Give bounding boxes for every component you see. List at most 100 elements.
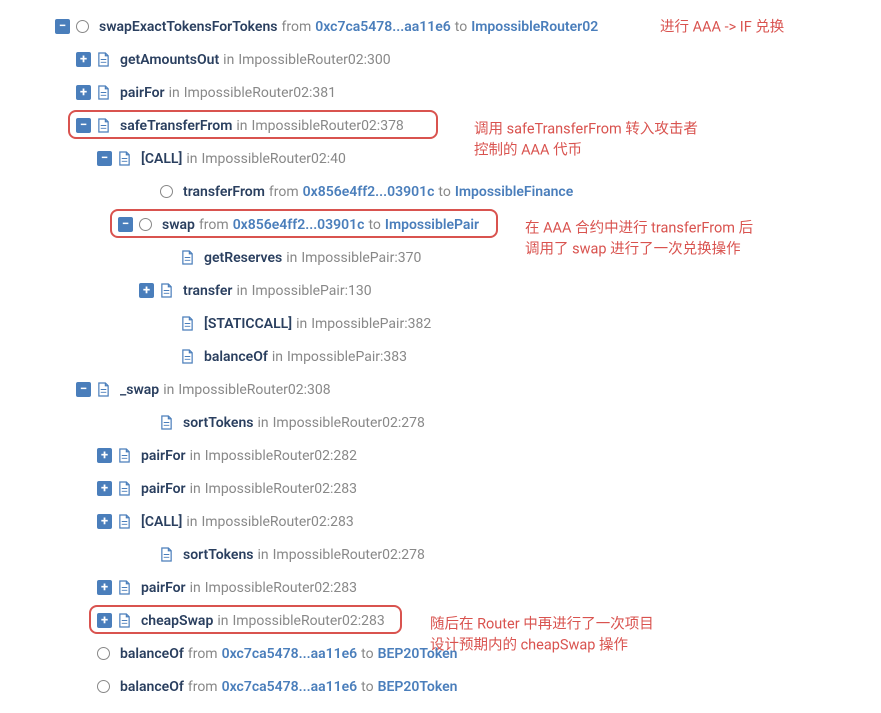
keyword-to: to xyxy=(455,19,467,35)
trace-row[interactable]: safeTransferFrominImpossibleRouter02:378… xyxy=(0,109,881,142)
function-name: pairFor xyxy=(120,85,165,101)
from-address: 0xc7ca5478...aa11e6 xyxy=(222,646,358,662)
file-icon xyxy=(118,151,131,166)
call-icon xyxy=(97,680,110,693)
keyword-in: in xyxy=(257,547,268,563)
trace-row[interactable]: swapExactTokensForTokensfrom0xc7ca5478..… xyxy=(0,10,881,43)
trace-content: [STATICCALL]inImpossiblePair:382 xyxy=(204,316,431,332)
trace-row[interactable]: pairForinImpossibleRouter02:283 xyxy=(0,571,881,604)
trace-row[interactable]: getAmountsOutinImpossibleRouter02:300 xyxy=(0,43,881,76)
trace-row[interactable]: pairForinImpossibleRouter02:381 xyxy=(0,76,881,109)
function-name: _swap xyxy=(120,382,159,398)
function-name: balanceOf xyxy=(120,646,184,662)
function-name: balanceOf xyxy=(120,679,184,695)
expand-toggle[interactable] xyxy=(97,613,112,628)
keyword-in: in xyxy=(286,250,297,266)
trace-content: [CALL]inImpossibleRouter02:40 xyxy=(141,151,346,167)
to-target: BEP20Token xyxy=(378,646,458,662)
trace-content: balanceOffrom0xc7ca5478...aa11e6toBEP20T… xyxy=(120,646,457,662)
trace-row[interactable]: pairForinImpossibleRouter02:283 xyxy=(0,472,881,505)
trace-row[interactable]: getReservesinImpossiblePair:370 xyxy=(0,241,881,274)
location: ImpossibleRouter02:283 xyxy=(205,481,357,497)
trace-content: [CALL]inImpossibleRouter02:283 xyxy=(141,514,354,530)
location: ImpossibleRouter02:278 xyxy=(273,547,425,563)
location: ImpossibleRouter02:283 xyxy=(201,514,353,530)
trace-row[interactable]: transferinImpossiblePair:130 xyxy=(0,274,881,307)
location: ImpossiblePair:382 xyxy=(311,316,431,332)
function-name: pairFor xyxy=(141,580,186,596)
trace-row[interactable]: cheapSwapinImpossibleRouter02:283随后在 Rou… xyxy=(0,604,881,637)
function-name: balanceOf xyxy=(204,349,268,365)
function-name: swapExactTokensForTokens xyxy=(99,19,277,35)
trace-row[interactable]: swapfrom0x856e4ff2...03901ctoImpossibleP… xyxy=(0,208,881,241)
trace-row[interactable]: pairForinImpossibleRouter02:282 xyxy=(0,439,881,472)
trace-content: balanceOfinImpossiblePair:383 xyxy=(204,349,407,365)
file-icon xyxy=(118,481,131,496)
keyword-in: in xyxy=(169,85,180,101)
location: ImpossiblePair:370 xyxy=(301,250,421,266)
location: ImpossibleRouter02:278 xyxy=(273,415,425,431)
file-icon xyxy=(118,514,131,529)
keyword-from: from xyxy=(281,19,311,35)
trace-content: transferinImpossiblePair:130 xyxy=(183,283,372,299)
trace-content: balanceOffrom0xc7ca5478...aa11e6toBEP20T… xyxy=(120,679,457,695)
keyword-to: to xyxy=(438,184,450,200)
function-name: [CALL] xyxy=(141,151,182,167)
trace-content: pairForinImpossibleRouter02:381 xyxy=(120,85,336,101)
expand-toggle[interactable] xyxy=(139,283,154,298)
file-icon xyxy=(160,283,173,298)
trace-row[interactable]: transferFromfrom0x856e4ff2...03901ctoImp… xyxy=(0,175,881,208)
keyword-from: from xyxy=(199,217,229,233)
location: ImpossibleRouter02:40 xyxy=(201,151,345,167)
function-name: sortTokens xyxy=(183,415,253,431)
call-icon xyxy=(160,185,173,198)
expand-toggle[interactable] xyxy=(97,514,112,529)
file-icon xyxy=(181,316,194,331)
expand-toggle[interactable] xyxy=(97,448,112,463)
file-icon xyxy=(97,382,110,397)
expand-toggle[interactable] xyxy=(97,580,112,595)
keyword-to: to xyxy=(361,679,373,695)
location: ImpossibleRouter02:378 xyxy=(252,118,404,134)
function-name: cheapSwap xyxy=(141,613,213,629)
keyword-from: from xyxy=(188,679,218,695)
trace-row[interactable]: balanceOfinImpossiblePair:383 xyxy=(0,340,881,373)
trace-row[interactable]: balanceOffrom0xc7ca5478...aa11e6toBEP20T… xyxy=(0,637,881,670)
collapse-toggle[interactable] xyxy=(55,19,70,34)
collapse-toggle[interactable] xyxy=(118,217,133,232)
function-name: swap xyxy=(162,217,195,233)
call-icon xyxy=(76,20,89,33)
from-address: 0xc7ca5478...aa11e6 xyxy=(222,679,358,695)
function-name: getAmountsOut xyxy=(120,52,219,68)
function-name: pairFor xyxy=(141,481,186,497)
trace-row[interactable]: balanceOffrom0xc7ca5478...aa11e6toBEP20T… xyxy=(0,670,881,703)
trace-row[interactable]: [STATICCALL]inImpossiblePair:382 xyxy=(0,307,881,340)
trace-row[interactable]: sortTokensinImpossibleRouter02:278 xyxy=(0,406,881,439)
trace-row[interactable]: [CALL]inImpossibleRouter02:283 xyxy=(0,505,881,538)
expand-toggle[interactable] xyxy=(76,85,91,100)
location: ImpossibleRouter02:283 xyxy=(232,613,384,629)
file-icon xyxy=(118,580,131,595)
to-target: ImpossibleRouter02 xyxy=(471,19,598,35)
collapse-toggle[interactable] xyxy=(76,382,91,397)
trace-row[interactable]: [CALL]inImpossibleRouter02:40 xyxy=(0,142,881,175)
keyword-in: in xyxy=(186,514,197,530)
trace-row[interactable]: _swapinImpossibleRouter02:308 xyxy=(0,373,881,406)
call-trace-tree: swapExactTokensForTokensfrom0xc7ca5478..… xyxy=(0,10,881,703)
collapse-toggle[interactable] xyxy=(76,118,91,133)
trace-content: sortTokensinImpossibleRouter02:278 xyxy=(183,415,425,431)
location: ImpossibleRouter02:283 xyxy=(205,580,357,596)
file-icon xyxy=(97,52,110,67)
expand-toggle[interactable] xyxy=(97,481,112,496)
trace-content: swapfrom0x856e4ff2...03901ctoImpossibleP… xyxy=(162,217,479,233)
expand-toggle[interactable] xyxy=(76,52,91,67)
location: ImpossibleRouter02:308 xyxy=(178,382,330,398)
function-name: transfer xyxy=(183,283,232,299)
keyword-to: to xyxy=(361,646,373,662)
function-name: transferFrom xyxy=(183,184,265,200)
trace-content: pairForinImpossibleRouter02:283 xyxy=(141,580,357,596)
collapse-toggle[interactable] xyxy=(97,151,112,166)
file-icon xyxy=(160,415,173,430)
trace-row[interactable]: sortTokensinImpossibleRouter02:278 xyxy=(0,538,881,571)
function-name: [STATICCALL] xyxy=(204,316,292,332)
